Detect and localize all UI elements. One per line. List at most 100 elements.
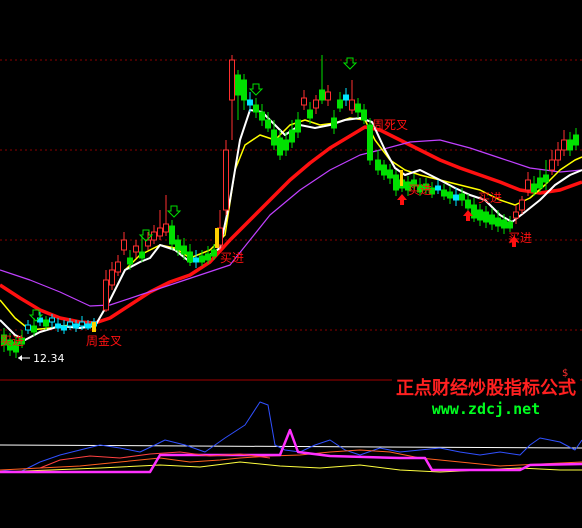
candle-body xyxy=(229,59,235,101)
down-arrow-icon xyxy=(166,205,182,218)
candle-body xyxy=(277,137,283,156)
candle-body xyxy=(331,117,337,129)
candle-body xyxy=(325,91,331,101)
candle-body xyxy=(241,79,247,101)
candle-body xyxy=(361,109,367,121)
candle-body xyxy=(43,319,49,327)
candle-body xyxy=(495,217,501,227)
candle-body xyxy=(355,103,361,113)
candle-body xyxy=(73,323,79,329)
candle-body xyxy=(573,134,579,146)
candle-body xyxy=(513,211,519,219)
cross-marker xyxy=(215,228,219,248)
signal-buy-label: 买进 xyxy=(220,251,244,265)
candle-body xyxy=(507,221,513,229)
cross-marker xyxy=(92,322,96,332)
candle-body xyxy=(549,159,555,171)
candle-body xyxy=(247,99,253,106)
candle-body xyxy=(477,209,483,221)
candle-body xyxy=(175,239,181,251)
candle-body xyxy=(151,231,157,241)
candle-body xyxy=(187,251,193,263)
candle-body xyxy=(375,159,381,171)
candle-body xyxy=(85,323,91,329)
cross-marker xyxy=(400,170,403,186)
chart-stage: 买进 买进 买进 买进 买进 周金叉 周死叉 12.34 $ 正点财经炒股指标公式 www.zd… xyxy=(0,0,582,528)
candle-body xyxy=(199,255,205,263)
candle-body xyxy=(163,223,169,233)
candle-body xyxy=(295,119,301,133)
down-arrow-icon xyxy=(248,83,264,96)
candle-body xyxy=(169,225,175,245)
candle-body xyxy=(337,99,343,109)
candle-body xyxy=(313,99,319,109)
candle-body xyxy=(121,239,127,251)
low-price-arrow-icon xyxy=(18,355,22,361)
signal-buy-label: 买进 xyxy=(0,334,24,348)
candle-body xyxy=(307,109,313,119)
signal-buy-label: 买进 xyxy=(508,231,532,245)
candle-body xyxy=(259,111,265,121)
candle-body xyxy=(501,219,507,229)
candle-body xyxy=(381,164,387,176)
indicator-white-line xyxy=(0,444,582,449)
candle-body xyxy=(483,211,489,223)
candle-body xyxy=(301,97,307,106)
signal-death-cross-label: 周死叉 xyxy=(372,118,408,132)
candle-body xyxy=(283,139,289,151)
candle-body xyxy=(319,89,325,101)
candle-body xyxy=(465,199,471,209)
candle-body xyxy=(349,99,355,111)
candle-body xyxy=(519,199,525,211)
signal-golden-cross-label: 周金叉 xyxy=(86,333,122,348)
candle-body xyxy=(79,321,85,327)
candle-body xyxy=(387,169,393,179)
candle-body xyxy=(31,325,37,333)
candle-body xyxy=(181,245,187,255)
signal-buy-label: 买进 xyxy=(408,183,432,197)
candle-body xyxy=(223,149,229,211)
candle-body xyxy=(459,193,465,201)
stock-chart: 买进买进买进买进买进 周金叉周死叉12.34$ xyxy=(0,55,582,474)
candle-body xyxy=(205,253,211,261)
candle-body xyxy=(435,185,441,191)
candle-body xyxy=(271,129,277,146)
candle-body xyxy=(489,214,495,225)
candle-body xyxy=(567,139,573,151)
candle-body xyxy=(49,317,55,323)
candle-body xyxy=(555,149,561,161)
candle-body xyxy=(537,177,543,189)
watermark-title: 正点财经炒股指标公式 xyxy=(396,378,576,399)
candle-body xyxy=(543,174,549,183)
candle-body xyxy=(453,194,459,201)
candle-body xyxy=(525,179,531,191)
ma-white-line xyxy=(0,109,582,341)
candle-body xyxy=(265,119,271,129)
candle-body xyxy=(115,261,121,273)
candle-body xyxy=(193,257,199,263)
candle-body xyxy=(211,249,217,257)
low-price-label: 12.34 xyxy=(33,352,65,365)
candle-body xyxy=(127,257,133,265)
candle-body xyxy=(109,269,115,286)
candle-body xyxy=(103,279,109,311)
candle-body xyxy=(139,251,145,259)
candle-body xyxy=(157,227,163,237)
candle-body xyxy=(471,204,477,219)
candle-body xyxy=(447,191,453,199)
candle-body xyxy=(253,104,259,113)
candle-body xyxy=(561,139,567,151)
candle-body xyxy=(531,183,537,193)
candle-body xyxy=(25,324,31,331)
signal-buy-label: 买进 xyxy=(478,191,502,205)
candle-body xyxy=(133,245,139,253)
candle-body xyxy=(61,325,67,331)
candle-body xyxy=(55,323,61,329)
candle-body xyxy=(393,174,399,191)
candle-body xyxy=(67,321,73,327)
watermark: 正点财经炒股指标公式 www.zdcj.net xyxy=(392,378,580,422)
watermark-url: www.zdcj.net xyxy=(431,400,541,418)
candle-body xyxy=(289,129,295,143)
up-arrow-icon xyxy=(397,194,407,205)
candle-body xyxy=(343,94,349,101)
